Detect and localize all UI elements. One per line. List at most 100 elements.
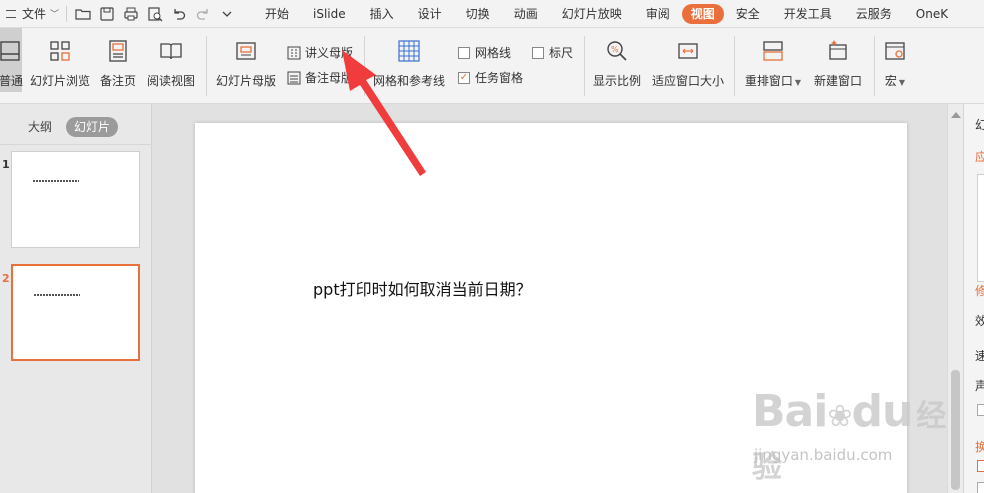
- tab-design[interactable]: 设计: [406, 4, 454, 24]
- gridlines-checkbox[interactable]: 网格线: [458, 44, 511, 61]
- tab-insert[interactable]: 插入: [358, 4, 406, 24]
- folder-icon: [75, 8, 91, 20]
- fit-window-icon: [675, 38, 701, 64]
- slide-master-icon: [233, 38, 259, 64]
- view-ribbon: 普通 幻灯片浏览 备注页 阅读视图 幻灯片母版 讲义母版 备注母版 网格和参考线…: [0, 28, 984, 104]
- thumbnail-text-line: [33, 180, 79, 182]
- tab-review[interactable]: 审阅: [634, 4, 682, 24]
- book-icon: [158, 38, 184, 64]
- slide-sorter-button[interactable]: 幻灯片浏览: [28, 28, 92, 89]
- ruler-check-box[interactable]: [532, 46, 544, 59]
- task-pane-title: 幻: [975, 116, 984, 133]
- tab-home[interactable]: 开始: [253, 4, 301, 24]
- fit-window-button[interactable]: 适应窗口大小: [650, 28, 726, 89]
- ruler-checkbox[interactable]: 标尺: [532, 44, 573, 61]
- normal-view-button[interactable]: 普通: [0, 28, 24, 92]
- save-button[interactable]: [95, 2, 119, 26]
- slides-panel: 大纲 幻灯片 1 2: [0, 104, 152, 493]
- open-folder-button[interactable]: [71, 2, 95, 26]
- scroll-up-icon[interactable]: [951, 112, 961, 118]
- tab-transitions[interactable]: 切换: [454, 4, 502, 24]
- tab-security[interactable]: 安全: [724, 4, 772, 24]
- arrange-windows-button[interactable]: 重排窗口 ▼: [742, 28, 804, 89]
- task-pane-checkbox[interactable]: [977, 460, 984, 472]
- new-window-button[interactable]: 新建窗口: [810, 28, 866, 89]
- task-pane-list[interactable]: [977, 174, 984, 282]
- macro-button[interactable]: 宏 ▼: [880, 28, 910, 89]
- task-pane-effect-label: 效: [975, 312, 984, 329]
- menu-bar: 文件 ﹀ 开始 iSlide 插入 设计 切换 动画 幻灯片放映 审阅 视图 安…: [0, 0, 984, 28]
- fit-window-label: 适应窗口大小: [651, 74, 724, 88]
- slide-number: 1: [2, 158, 10, 171]
- ribbon-separator: [206, 36, 207, 96]
- tab-animations[interactable]: 动画: [502, 4, 550, 24]
- svg-text:%: %: [611, 45, 619, 54]
- normal-view-label: 普通: [0, 74, 24, 88]
- slide-sorter-label: 幻灯片浏览: [29, 74, 90, 88]
- save-icon: [100, 6, 114, 21]
- print-preview-button[interactable]: [143, 2, 167, 26]
- slide-number: 2: [2, 272, 10, 285]
- caret-down-icon: ▼: [794, 78, 802, 87]
- macro-label: 宏 ▼: [884, 74, 906, 88]
- task-pane-apply-label: 应: [975, 148, 984, 165]
- tab-onekey[interactable]: OneK: [904, 4, 960, 24]
- slide-text-box[interactable]: ppt打印时如何取消当前日期？: [313, 276, 532, 300]
- arrange-windows-label: 重排窗口 ▼: [744, 74, 802, 88]
- tab-slideshow[interactable]: 幻灯片放映: [550, 4, 634, 24]
- task-pane-modify-label: 修: [975, 282, 984, 299]
- tab-developer[interactable]: 开发工具: [772, 4, 844, 24]
- task-pane-checkbox[interactable]: ✓ 任务窗格: [458, 69, 523, 86]
- caret-down-icon: ▼: [898, 78, 906, 87]
- task-pane-switch-label: 换: [975, 438, 984, 455]
- slide-thumbnail[interactable]: [11, 151, 140, 248]
- tab-islide[interactable]: iSlide: [301, 4, 358, 24]
- task-pane-speed-label: 速: [975, 347, 984, 364]
- panel-tabs: 大纲 幻灯片: [0, 116, 152, 138]
- notes-page-button[interactable]: 备注页: [96, 28, 140, 89]
- slide-master-label: 幻灯片母版: [215, 74, 276, 88]
- customize-toolbar-button[interactable]: [215, 2, 239, 26]
- gridlines-label: 网格线: [475, 46, 512, 60]
- arrange-windows-icon: [760, 38, 786, 64]
- printer-icon: [124, 7, 138, 20]
- slide-master-button[interactable]: 幻灯片母版: [214, 28, 278, 89]
- task-pane-sound-label: 声: [975, 377, 984, 394]
- chevron-down-icon: [222, 11, 232, 17]
- notes-page-label: 备注页: [99, 74, 136, 88]
- file-menu-label: 文件: [22, 7, 47, 21]
- chevron-down-icon: ﹀: [50, 10, 60, 20]
- reading-view-button[interactable]: 阅读视图: [144, 28, 198, 89]
- tab-view[interactable]: 视图: [681, 3, 724, 24]
- file-menu[interactable]: 文件 ﹀: [0, 0, 62, 28]
- zoom-icon: %: [604, 38, 630, 64]
- notes-page-icon: [105, 38, 131, 64]
- task-pane-checkbox[interactable]: [977, 482, 984, 493]
- tab-slides[interactable]: 幻灯片: [66, 117, 119, 137]
- ruler-label: 标尺: [549, 46, 574, 60]
- paw-icon: ❀: [827, 399, 852, 434]
- task-pane-checkbox[interactable]: [977, 404, 984, 416]
- undo-button[interactable]: [167, 2, 191, 26]
- print-button[interactable]: [119, 2, 143, 26]
- slide-thumbnail-selected[interactable]: [11, 264, 140, 361]
- gridlines-check-box[interactable]: [458, 46, 470, 59]
- zoom-button[interactable]: % 显示比例: [590, 28, 644, 89]
- normal-view-icon: [0, 38, 23, 64]
- baidu-watermark: Bai❀du 经验 jingyan.baidu.com: [752, 384, 957, 485]
- tab-outline[interactable]: 大纲: [20, 117, 60, 137]
- zoom-label: 显示比例: [592, 74, 641, 88]
- slide-sorter-icon: [47, 38, 73, 64]
- quick-access-toolbar: [71, 0, 239, 28]
- reading-view-label: 阅读视图: [146, 74, 195, 88]
- redo-button[interactable]: [191, 2, 215, 26]
- tab-cloud-services[interactable]: 云服务: [844, 4, 904, 24]
- thumbnail-text-line: [34, 294, 80, 296]
- new-window-icon: [825, 38, 851, 64]
- task-pane-check-box[interactable]: ✓: [458, 71, 470, 84]
- handout-master-icon: [287, 46, 301, 59]
- wps-presentation-window: 文件 ﹀ 开始 iSlide 插入 设计 切换 动画 幻灯片放映 审阅 视图 安…: [0, 0, 984, 493]
- hamburger-icon: [6, 9, 16, 18]
- undo-icon: [174, 8, 186, 20]
- watermark-url: jingyan.baidu.com: [754, 446, 893, 464]
